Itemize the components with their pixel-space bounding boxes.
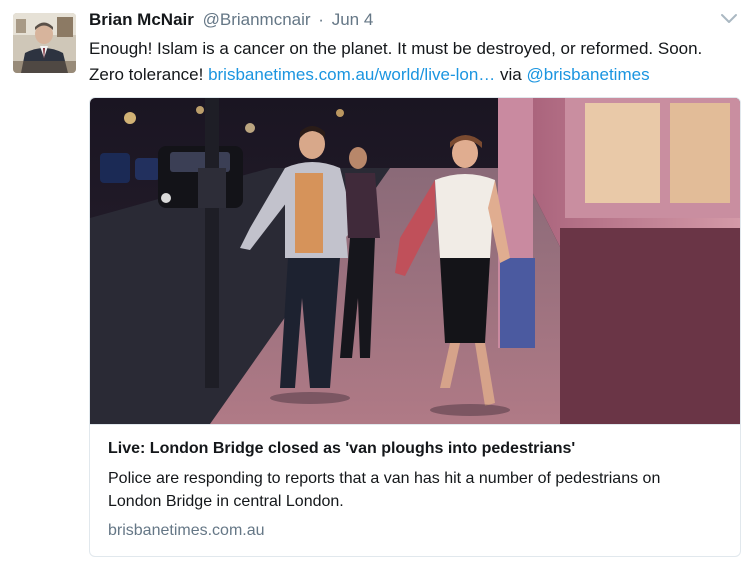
chevron-down-icon[interactable] — [720, 13, 738, 25]
via-label: via — [495, 65, 527, 84]
tweet: Brian McNair @Brianmcnair · Jun 4 Enough… — [0, 0, 754, 565]
author-name[interactable]: Brian McNair — [89, 10, 194, 29]
card-image — [90, 98, 740, 424]
link-card[interactable]: Live: London Bridge closed as 'van ploug… — [89, 97, 741, 557]
card-title[interactable]: Live: London Bridge closed as 'van ploug… — [108, 438, 575, 460]
card-body: Live: London Bridge closed as 'van ploug… — [90, 424, 740, 556]
card-domain: brisbanetimes.com.au — [108, 522, 265, 539]
avatar[interactable] — [13, 13, 76, 73]
avatar-image — [13, 13, 76, 73]
separator: · — [318, 10, 324, 29]
article-link[interactable]: brisbanetimes.com.au/world/live-lon… — [208, 65, 495, 84]
card-description: Police are responding to reports that a … — [108, 470, 661, 510]
tweet-text: Enough! Islam is a cancer on the planet.… — [89, 36, 739, 88]
via-handle-link[interactable]: @brisbanetimes — [526, 65, 649, 84]
tweet-header: Brian McNair @Brianmcnair · Jun 4 — [89, 9, 373, 31]
tweet-date[interactable]: Jun 4 — [332, 10, 374, 29]
author-handle[interactable]: @Brianmcnair — [203, 10, 311, 29]
